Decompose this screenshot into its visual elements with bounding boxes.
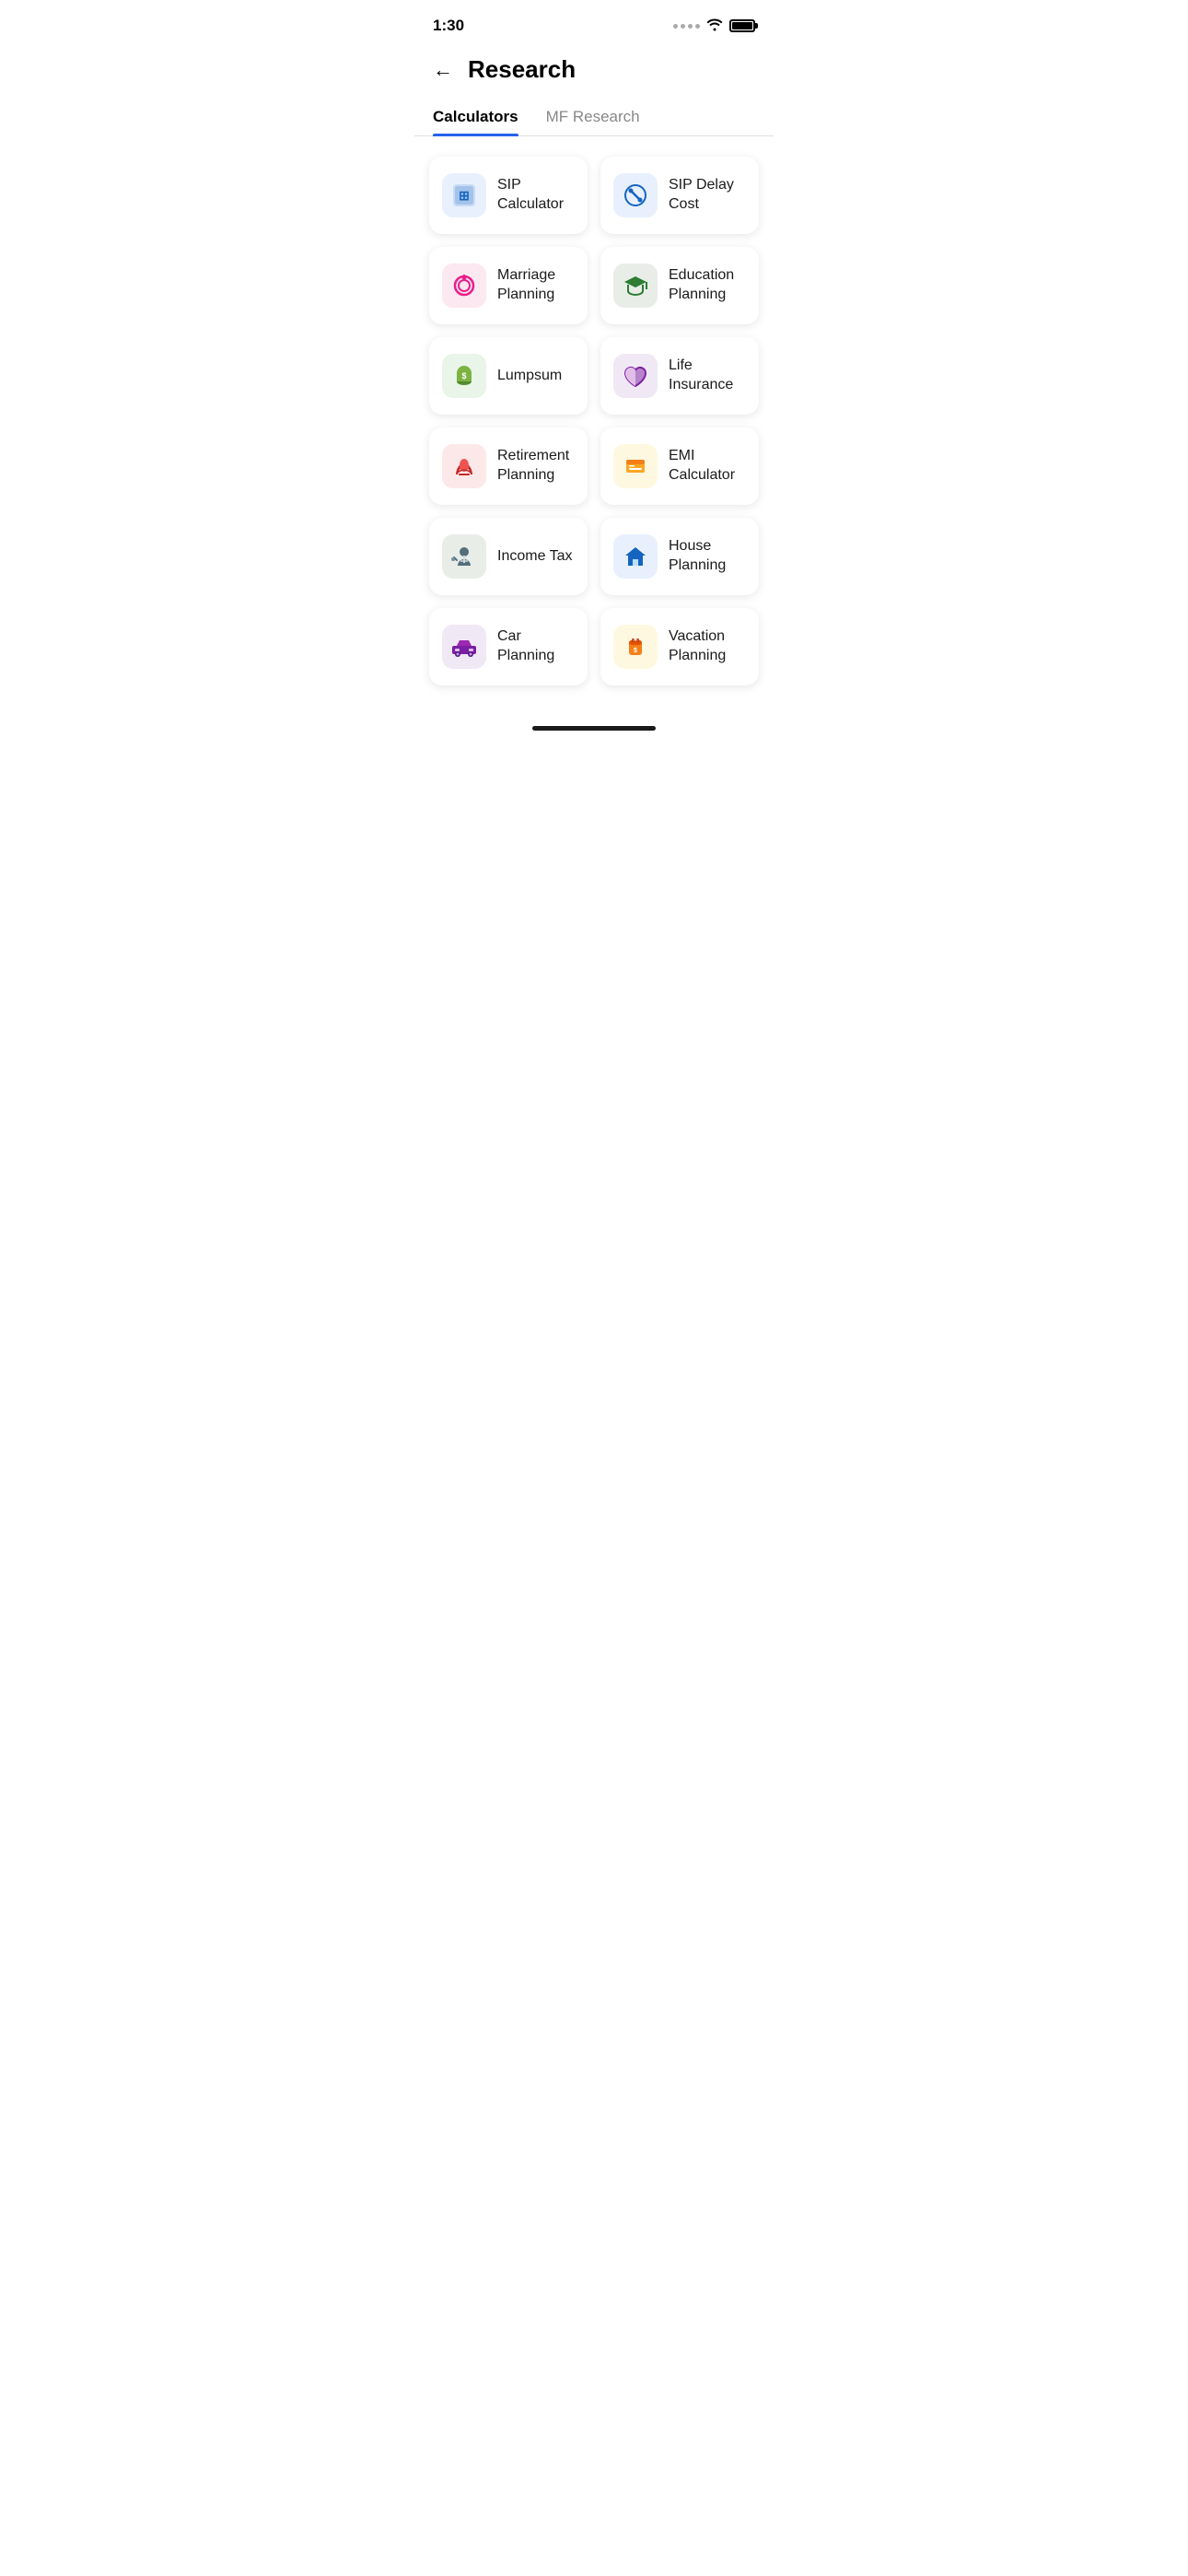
- page-title: Research: [468, 55, 576, 84]
- car-planning-label: Car Planning: [497, 627, 575, 666]
- status-bar: 1:30: [414, 0, 774, 46]
- wifi-icon: [705, 17, 724, 36]
- house-planning-card[interactable]: House Planning: [600, 518, 759, 595]
- life-insurance-icon: [613, 354, 658, 398]
- life-insurance-label: Life Insurance: [669, 357, 746, 395]
- income-tax-label: Income Tax: [497, 547, 573, 567]
- retirement-planning-card[interactable]: Retirement Planning: [429, 427, 588, 505]
- car-planning-icon: [442, 625, 486, 669]
- vacation-planning-icon: $: [613, 625, 658, 669]
- svg-text:⊞: ⊞: [459, 188, 470, 203]
- life-insurance-card[interactable]: Life Insurance: [600, 337, 759, 415]
- education-icon: [613, 263, 658, 308]
- status-icons: [673, 17, 755, 36]
- home-indicator: [532, 726, 656, 731]
- education-planning-card[interactable]: Education Planning: [600, 247, 759, 324]
- sip-delay-cost-card[interactable]: SIP Delay Cost: [600, 157, 759, 234]
- tab-calculators[interactable]: Calculators: [433, 99, 518, 135]
- income-tax-icon: [442, 534, 486, 579]
- sip-calculator-label: SIP Calculator: [497, 176, 575, 215]
- svg-text:$: $: [634, 648, 637, 654]
- marriage-planning-card[interactable]: Marriage Planning: [429, 247, 588, 324]
- education-planning-label: Education Planning: [669, 266, 746, 305]
- retirement-icon: [442, 444, 486, 488]
- car-planning-card[interactable]: Car Planning: [429, 608, 588, 685]
- status-time: 1:30: [433, 17, 464, 35]
- battery-icon: [729, 19, 755, 32]
- page-header: ← Research: [414, 46, 774, 99]
- house-planning-label: House Planning: [669, 537, 746, 576]
- emi-calculator-card[interactable]: EMI Calculator: [600, 427, 759, 505]
- tab-mf-research[interactable]: MF Research: [546, 99, 640, 135]
- lumpsum-card[interactable]: $ Lumpsum: [429, 337, 588, 415]
- sip-delay-icon: [613, 173, 658, 217]
- vacation-planning-label: Vacation Planning: [669, 627, 746, 666]
- sip-calculator-card[interactable]: ⊞ SIP Calculator: [429, 157, 588, 234]
- house-planning-icon: [613, 534, 658, 579]
- sip-delay-cost-label: SIP Delay Cost: [669, 176, 746, 215]
- marriage-planning-label: Marriage Planning: [497, 266, 575, 305]
- lumpsum-label: Lumpsum: [497, 367, 562, 386]
- emi-calculator-label: EMI Calculator: [669, 447, 746, 486]
- back-button[interactable]: ←: [433, 58, 453, 82]
- tabs-container: Calculators MF Research: [414, 99, 774, 136]
- income-tax-card[interactable]: Income Tax: [429, 518, 588, 595]
- lumpsum-icon: $: [442, 354, 486, 398]
- vacation-planning-card[interactable]: $ Vacation Planning: [600, 608, 759, 685]
- sip-calculator-icon: ⊞: [442, 173, 486, 217]
- calculators-grid: ⊞ SIP Calculator SIP Delay Cost: [414, 151, 774, 708]
- signal-dots-icon: [673, 24, 700, 29]
- svg-text:$: $: [461, 371, 466, 381]
- retirement-planning-label: Retirement Planning: [497, 447, 575, 486]
- marriage-icon: [442, 263, 486, 308]
- emi-calculator-icon: [613, 444, 658, 488]
